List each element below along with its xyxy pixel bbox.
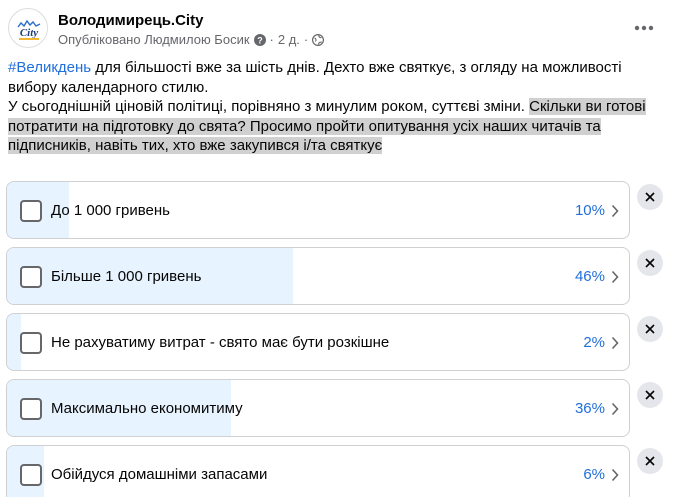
- remove-option-button[interactable]: [637, 316, 663, 342]
- help-icon[interactable]: ?: [253, 33, 266, 46]
- close-icon: [645, 192, 655, 202]
- more-options-button[interactable]: [630, 14, 658, 42]
- poll-option[interactable]: Обійдуся домашніми запасами 6%: [6, 445, 630, 497]
- poll-checkbox[interactable]: [20, 332, 42, 354]
- poll-option[interactable]: Максимально економитиму 36%: [6, 379, 630, 437]
- remove-option-button[interactable]: [637, 250, 663, 276]
- chevron-right-icon[interactable]: [611, 468, 619, 482]
- poll-option-label: Не рахуватиму витрат - свято має бути ро…: [51, 334, 390, 351]
- remove-option-button[interactable]: [637, 448, 663, 474]
- close-icon: [645, 390, 655, 400]
- page-name[interactable]: Володимирець.City: [58, 12, 203, 29]
- published-by[interactable]: Опубліковано Людмилою Босик: [58, 32, 250, 47]
- poll-option-label: До 1 000 гривень: [51, 202, 170, 219]
- chevron-right-icon[interactable]: [611, 204, 619, 218]
- close-icon: [645, 456, 655, 466]
- globe-icon: [312, 33, 325, 46]
- post-text: #Великдень для більшості вже за шість дн…: [8, 58, 663, 156]
- post-header: City Володимирець.City Опубліковано Людм…: [8, 8, 668, 52]
- poll-option-label: Обійдуся домашніми запасами: [51, 466, 268, 483]
- poll-option-label: Максимально економитиму: [51, 400, 243, 417]
- poll-option-percent[interactable]: 10%: [575, 202, 605, 219]
- meta-separator-2: ·: [303, 32, 309, 47]
- hashtag-link[interactable]: #Великдень: [8, 59, 91, 76]
- post-meta: Опубліковано Людмилою Босик ? · 2 д. ·: [58, 32, 325, 47]
- text-line1: для більшості вже за шість днів. Дехто в…: [8, 59, 622, 96]
- poll-checkbox[interactable]: [20, 200, 42, 222]
- avatar[interactable]: City: [8, 8, 48, 48]
- city-logo-icon: City: [11, 11, 47, 47]
- poll-checkbox[interactable]: [20, 464, 42, 486]
- close-icon: [645, 324, 655, 334]
- chevron-right-icon[interactable]: [611, 402, 619, 416]
- chevron-right-icon[interactable]: [611, 270, 619, 284]
- poll-option-percent[interactable]: 36%: [575, 400, 605, 417]
- close-icon: [645, 258, 655, 268]
- chevron-right-icon[interactable]: [611, 336, 619, 350]
- post-time[interactable]: 2 д.: [278, 32, 300, 47]
- poll-option-percent[interactable]: 2%: [583, 334, 605, 351]
- meta-separator: ·: [269, 32, 274, 47]
- remove-option-button[interactable]: [637, 382, 663, 408]
- poll-option-percent[interactable]: 6%: [583, 466, 605, 483]
- poll-option[interactable]: До 1 000 гривень 10%: [6, 181, 630, 239]
- remove-option-button[interactable]: [637, 184, 663, 210]
- poll-checkbox[interactable]: [20, 398, 42, 420]
- text-line2: У сьогоднішній ціновій політиці, порівня…: [8, 98, 530, 115]
- svg-text:City: City: [20, 27, 38, 39]
- poll-option-label: Більше 1 000 гривень: [51, 268, 202, 285]
- poll-option[interactable]: Більше 1 000 гривень 46%: [6, 247, 630, 305]
- poll-checkbox[interactable]: [20, 266, 42, 288]
- poll-option[interactable]: Не рахуватиму витрат - свято має бути ро…: [6, 313, 630, 371]
- svg-text:?: ?: [257, 35, 263, 45]
- more-dots-icon: [634, 25, 654, 31]
- poll-option-percent[interactable]: 46%: [575, 268, 605, 285]
